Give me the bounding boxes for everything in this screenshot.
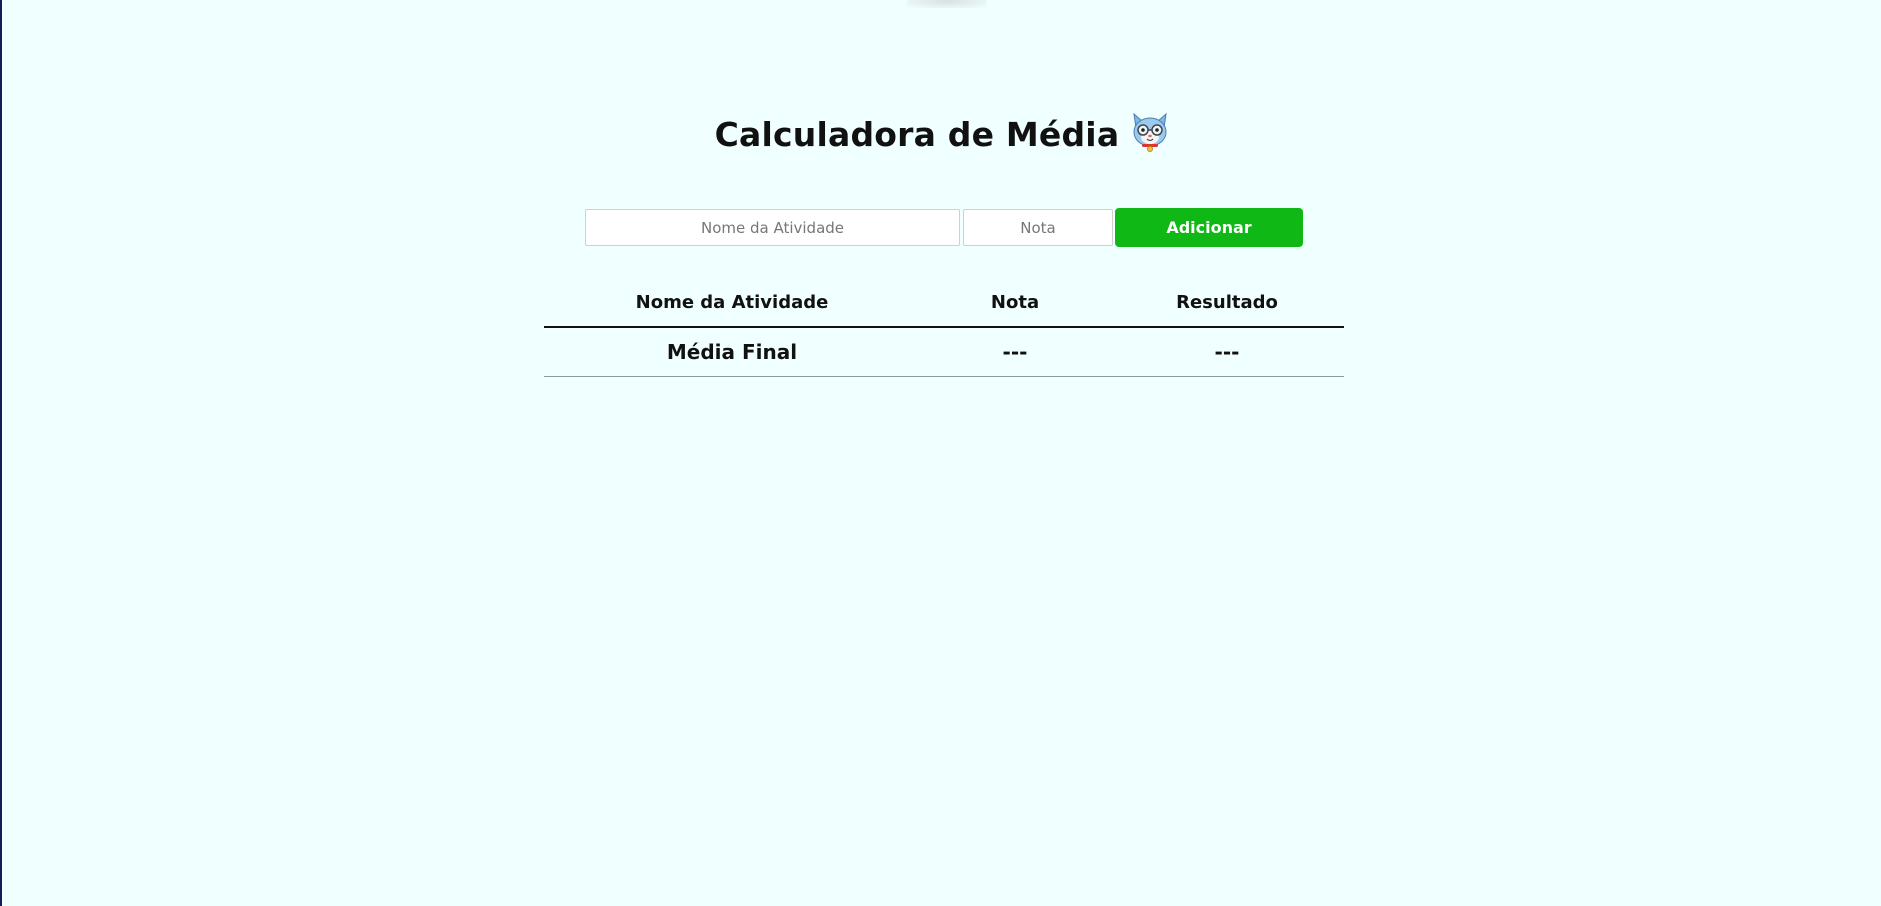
header: Calculadora de Média xyxy=(2,112,1881,156)
final-average-label: Média Final xyxy=(544,327,920,377)
column-header-activity: Nome da Atividade xyxy=(544,278,920,328)
column-header-grade: Nota xyxy=(920,278,1110,328)
cat-mascot-icon xyxy=(1130,110,1170,154)
column-header-result: Resultado xyxy=(1110,278,1344,328)
bottom-decoration xyxy=(907,0,987,8)
activity-name-input[interactable] xyxy=(585,209,960,246)
final-average-result: --- xyxy=(1110,327,1344,377)
activities-table: Nome da Atividade Nota Resultado Média F… xyxy=(544,278,1344,377)
table-header-row: Nome da Atividade Nota Resultado xyxy=(544,278,1344,328)
add-activity-form: Adicionar xyxy=(585,208,1303,247)
final-average-row: Média Final --- --- xyxy=(544,327,1344,377)
add-button[interactable]: Adicionar xyxy=(1115,208,1303,247)
final-average-grade: --- xyxy=(920,327,1110,377)
page-title: Calculadora de Média xyxy=(714,114,1120,154)
grade-input[interactable] xyxy=(963,209,1113,246)
